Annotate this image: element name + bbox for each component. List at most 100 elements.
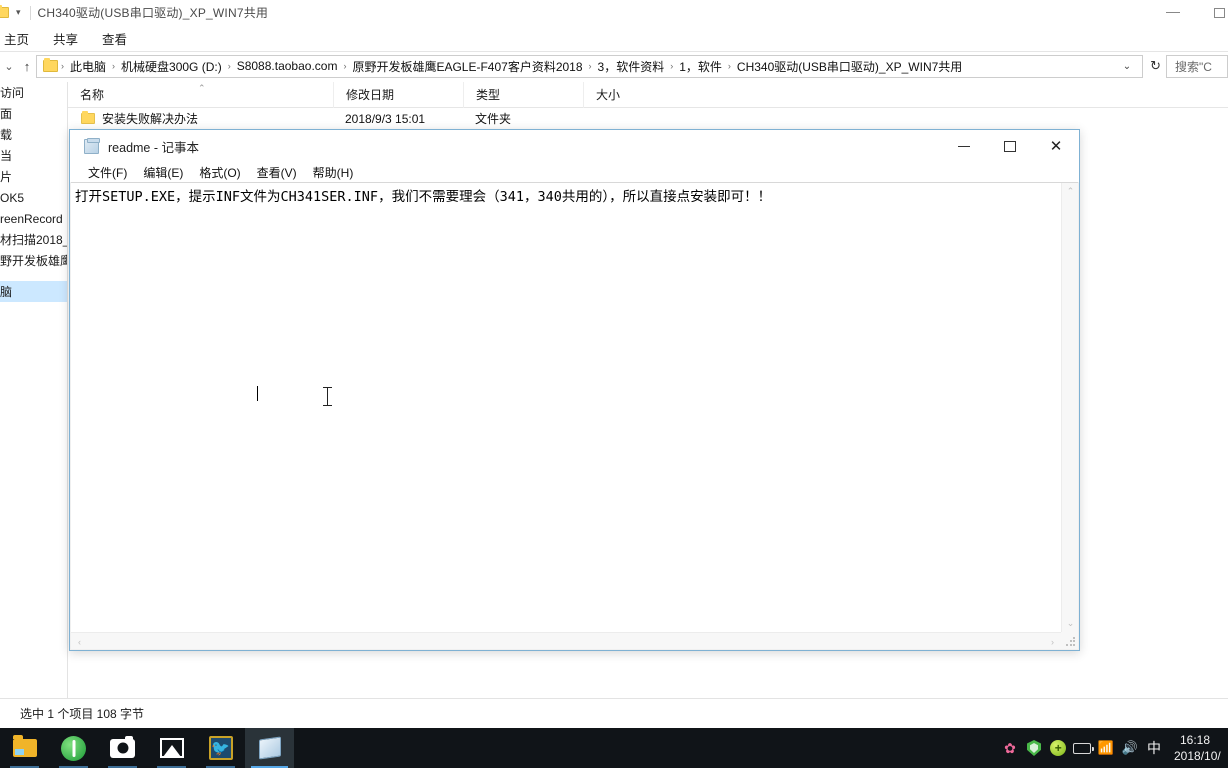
scroll-up-icon[interactable]: ⌃ (1062, 183, 1079, 200)
taskbar-camera[interactable] (98, 728, 147, 768)
taskbar-photos[interactable] (147, 728, 196, 768)
bird-icon: 🐦 (208, 736, 233, 760)
tab-view[interactable]: 查看 (92, 25, 137, 52)
explorer-window-controls[interactable] (1150, 0, 1228, 25)
address-bar[interactable]: › 此电脑 › 机械硬盘300G (D:) › S8088.taobao.com… (36, 54, 1144, 78)
address-folder-icon (43, 58, 58, 72)
tray-security-shield-icon[interactable] (1022, 728, 1046, 768)
folder-icon (12, 735, 37, 757)
menu-edit[interactable]: 编辑(E) (135, 162, 191, 183)
browser-icon (61, 735, 86, 761)
folder-icon (81, 111, 95, 124)
column-size[interactable]: 大小 (583, 81, 663, 108)
tab-share[interactable]: 共享 (43, 25, 88, 52)
nav-item-this-pc[interactable]: 脑 (0, 281, 67, 302)
breadcrumb-item-1[interactable]: 机械硬盘300G (D:) (116, 58, 227, 75)
chevron-down-icon[interactable]: ▾ (16, 7, 21, 18)
notepad-icon (84, 137, 100, 154)
vertical-scrollbar[interactable]: ⌃ ⌄ (1061, 183, 1078, 632)
breadcrumb-item-3[interactable]: 原野开发板雄鹰EAGLE-F407客户资料2018 (347, 58, 587, 75)
menu-format[interactable]: 格式(O) (191, 162, 248, 183)
taskbar-game[interactable]: 🐦 (196, 728, 245, 768)
nav-item-0[interactable]: 访问 (0, 82, 67, 103)
notepad-text-area[interactable]: 打开SETUP.EXE，提示INF文件为CH341SER.INF，我们不需要理会… (71, 186, 1060, 631)
file-name: 安装失败解决办法 (102, 112, 199, 126)
search-input[interactable]: 搜索"C (1166, 54, 1228, 78)
explorer-status-bar: 选中 1 个项目 108 字节 (0, 698, 1228, 728)
taskbar: 🐦 ✿ + 📶 🔊 中 16:18 2018/10/ (0, 728, 1228, 768)
tray-flower-icon[interactable]: ✿ (998, 728, 1022, 768)
breadcrumb-item-5[interactable]: 1，软件 (674, 58, 727, 75)
tab-home[interactable]: 主页 (0, 25, 39, 52)
column-name-label: 名称 (80, 88, 105, 102)
refresh-icon[interactable]: ↻ (1145, 58, 1166, 74)
sort-ascending-icon: ⌃ (198, 82, 206, 93)
explorer-address-row: ⌄ ↑ › 此电脑 › 机械硬盘300G (D:) › S8088.taobao… (0, 53, 1228, 79)
clock-time: 16:18 (1180, 733, 1211, 747)
address-dropdown-icon[interactable]: ⌄ (1116, 61, 1138, 72)
clock-date: 2018/10/ (1174, 749, 1221, 763)
notepad-body: 打开SETUP.EXE，提示INF文件为CH341SER.INF，我们不需要理会… (71, 182, 1078, 649)
tray-ime-icon[interactable]: 中 (1142, 728, 1166, 768)
breadcrumb: › 此电脑 › 机械硬盘300G (D:) › S8088.taobao.com… (60, 58, 1116, 75)
notepad-close-button[interactable]: ✕ (1033, 130, 1079, 162)
table-row[interactable]: 安装失败解决办法 2018/9/3 15:01 文件夹 (68, 108, 1228, 129)
menu-file[interactable]: 文件(F) (80, 162, 135, 183)
file-type: 文件夹 (475, 112, 512, 126)
quick-access-toolbar[interactable]: ▾ (0, 4, 21, 22)
resize-grip[interactable] (1061, 632, 1078, 649)
notepad-title-bar[interactable]: readme - 记事本 ✕ (70, 130, 1079, 162)
explorer-ribbon-tabs: 主页 共享 查看 (0, 25, 1228, 52)
column-name[interactable]: 名称 ⌃ (68, 82, 333, 108)
tray-volume-icon[interactable]: 🔊 (1118, 728, 1142, 768)
menu-help[interactable]: 帮助(H) (305, 162, 362, 183)
notepad-window-controls[interactable]: ✕ (941, 130, 1079, 162)
menu-view[interactable]: 查看(V) (249, 162, 305, 183)
breadcrumb-item-2[interactable]: S8088.taobao.com (232, 59, 343, 73)
explorer-folder-icon (0, 4, 12, 22)
nav-item-7[interactable]: 材扫描2018_0 (0, 229, 67, 250)
nav-history-dropdown-icon[interactable]: ⌄ (0, 55, 18, 77)
notepad-menu-bar: 文件(F) 编辑(E) 格式(O) 查看(V) 帮助(H) (70, 162, 1079, 182)
camera-icon (110, 735, 135, 758)
explorer-title-bar: ▾ CH340驱动(USB串口驱动)_XP_WIN7共用 (0, 0, 1228, 25)
explorer-minimize-button[interactable] (1150, 0, 1196, 25)
nav-item-8[interactable]: 野开发板雄鹰 (0, 250, 67, 271)
navigation-pane: 访问 面 载 当 片 OK5 reenRecord 材扫描2018_0 野开发板… (0, 82, 68, 698)
notepad-minimize-button[interactable] (941, 130, 987, 162)
nav-item-6[interactable]: reenRecord (0, 208, 67, 229)
nav-item-2[interactable]: 载 (0, 124, 67, 145)
nav-item-4[interactable]: 片 (0, 166, 67, 187)
explorer-maximize-button[interactable] (1196, 0, 1228, 25)
notepad-maximize-button[interactable] (987, 130, 1033, 162)
taskbar-browser[interactable] (49, 728, 98, 768)
tray-battery-icon[interactable] (1070, 728, 1094, 768)
explorer-title: CH340驱动(USB串口驱动)_XP_WIN7共用 (37, 6, 269, 20)
taskbar-file-explorer[interactable] (0, 728, 49, 768)
notepad-title: readme - 记事本 (108, 140, 199, 155)
photo-icon (159, 738, 184, 758)
column-type[interactable]: 类型 (463, 81, 583, 108)
nav-item-5[interactable]: OK5 (0, 187, 67, 208)
system-tray: ✿ + 📶 🔊 中 16:18 2018/10/ (998, 728, 1228, 768)
nav-item-3[interactable]: 当 (0, 145, 67, 166)
tray-wifi-icon[interactable]: 📶 (1094, 728, 1118, 768)
scroll-right-icon[interactable]: › (1044, 633, 1061, 650)
tray-updater-icon[interactable]: + (1046, 728, 1070, 768)
taskbar-clock[interactable]: 16:18 2018/10/ (1166, 732, 1228, 764)
column-date-modified[interactable]: 修改日期 (333, 81, 463, 108)
horizontal-scrollbar[interactable]: ‹ › (71, 632, 1061, 649)
notepad-window: readme - 记事本 ✕ 文件(F) 编辑(E) 格式(O) 查看(V) 帮… (69, 129, 1080, 651)
nav-up-icon[interactable]: ↑ (18, 55, 36, 77)
scroll-down-icon[interactable]: ⌄ (1062, 615, 1079, 632)
breadcrumb-item-4[interactable]: 3，软件资料 (593, 58, 670, 75)
text-caret (257, 386, 258, 401)
scroll-left-icon[interactable]: ‹ (71, 633, 88, 650)
desktop-screen: ▾ CH340驱动(USB串口驱动)_XP_WIN7共用 主页 共享 查看 ⌄ … (0, 0, 1228, 768)
nav-item-1[interactable]: 面 (0, 103, 67, 124)
taskbar-notepad[interactable] (245, 728, 294, 768)
breadcrumb-item-6[interactable]: CH340驱动(USB串口驱动)_XP_WIN7共用 (732, 58, 967, 75)
breadcrumb-item-0[interactable]: 此电脑 (65, 58, 111, 75)
file-date: 2018/9/3 15:01 (345, 111, 426, 126)
